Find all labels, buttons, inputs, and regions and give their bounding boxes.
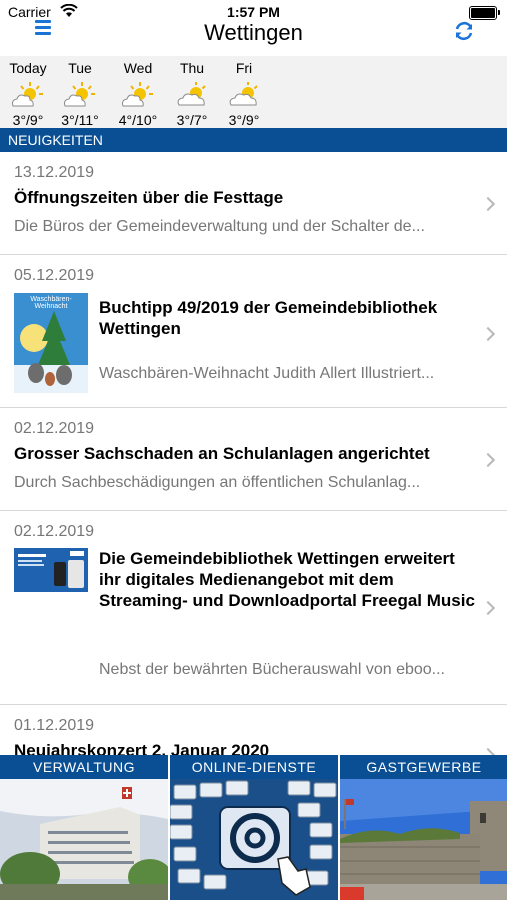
news-date: 02.12.2019 xyxy=(14,523,95,540)
forecast-temp: 3°/9° xyxy=(228,112,260,128)
forecast-day-name: Today xyxy=(9,60,47,76)
castle-photo xyxy=(340,779,507,900)
tile-label: GASTGEWERBE xyxy=(340,755,507,779)
section-title: NEUIGKEITEN xyxy=(8,132,103,148)
refresh-button[interactable] xyxy=(451,18,477,44)
tile-label: ONLINE-DIENSTE xyxy=(170,755,338,779)
forecast-day-name: Fri xyxy=(235,60,253,76)
cloud-sun-icon xyxy=(229,82,258,106)
status-time: 1:57 PM xyxy=(227,4,280,20)
news-date: 13.12.2019 xyxy=(14,164,95,181)
page-title: Wettingen xyxy=(204,20,303,45)
news-item[interactable]: 01.12.2019 Neujahrskonzert 2. Januar 202… xyxy=(0,705,507,755)
news-list[interactable]: 13.12.2019 Öffnungszeiten über die Festt… xyxy=(0,152,507,755)
tile-online-dienste[interactable]: ONLINE-DIENSTE xyxy=(170,755,338,900)
news-item[interactable]: 02.12.2019 Die Gemeindebibliothek Wettin… xyxy=(0,511,507,705)
chevron-right-icon xyxy=(480,747,496,755)
forecast-day-name: Tue xyxy=(68,60,92,76)
news-snippet: Durch Sachbeschädigungen an öffentlichen… xyxy=(14,474,421,491)
refresh-icon xyxy=(455,21,473,41)
chevron-right-icon xyxy=(480,326,496,342)
book-cover-title: Waschbären-Weihnacht xyxy=(30,296,72,310)
book-cover-thumbnail: Waschbären-Weihnacht xyxy=(14,293,88,398)
sun-cloud-icon xyxy=(122,82,153,107)
news-date: 05.12.2019 xyxy=(14,267,95,284)
news-title: Buchtipp 49/2019 der Gemeindebibliothek … xyxy=(99,298,438,338)
sun-cloud-icon xyxy=(12,82,43,107)
status-bar: Carrier 1:57 PM xyxy=(0,0,507,20)
news-item[interactable]: 02.12.2019 Grosser Sachschaden an Schula… xyxy=(0,408,507,511)
news-date: 01.12.2019 xyxy=(14,717,95,734)
section-header-news: NEUIGKEITEN xyxy=(0,128,507,152)
forecast-day-name: Wed xyxy=(123,60,153,76)
forecast-day-today[interactable]: Today 3°/9° xyxy=(0,60,56,128)
tile-gastgewerbe[interactable]: GASTGEWERBE xyxy=(340,755,507,900)
forecast-temp: 3°/7° xyxy=(176,112,208,128)
news-title: Neujahrskonzert 2. Januar 2020 xyxy=(14,741,270,755)
chevron-right-icon xyxy=(480,452,496,468)
category-tiles: VERWALTUNG ONLINE-DIENSTE GASTGEWERBE xyxy=(0,755,507,900)
forecast-day-fri[interactable]: Fri 3°/9° xyxy=(216,60,272,128)
tile-label: VERWALTUNG xyxy=(0,755,168,779)
chevron-right-icon xyxy=(480,196,496,212)
forecast-temp: 3°/11° xyxy=(61,112,99,128)
forecast-day-name: Thu xyxy=(179,60,205,76)
news-date: 02.12.2019 xyxy=(14,420,95,437)
town-hall-photo xyxy=(0,779,168,900)
news-title: Öffnungszeiten über die Festtage xyxy=(14,188,284,207)
forecast-day-thu[interactable]: Thu 3°/7° xyxy=(164,60,220,128)
chevron-right-icon xyxy=(480,600,496,616)
news-item[interactable]: 05.12.2019 Waschbären-Weihnacht Buchtipp… xyxy=(0,255,507,408)
news-item[interactable]: 13.12.2019 Öffnungszeiten über die Festt… xyxy=(0,152,507,255)
keyboard-at-photo xyxy=(170,779,338,900)
forecast-temp: 3°/9° xyxy=(12,112,44,128)
forecast-day-tue[interactable]: Tue 3°/11° xyxy=(52,60,108,128)
sun-cloud-icon xyxy=(64,82,95,107)
weather-forecast: Today 3°/9° Tue 3°/11° Wed 4°/10° Thu 3°… xyxy=(0,56,507,128)
cloud-sun-icon xyxy=(177,82,206,106)
freegal-thumbnail xyxy=(14,548,88,597)
forecast-day-wed[interactable]: Wed 4°/10° xyxy=(110,60,166,128)
news-title: Die Gemeindebibliothek Wettingen erweite… xyxy=(99,549,475,610)
news-snippet: Nebst der bewährten Bücherauswahl von eb… xyxy=(99,661,445,678)
news-snippet: Die Büros der Gemeindeverwaltung und der… xyxy=(14,218,425,235)
news-snippet: Waschbären-Weihnacht Judith Allert Illus… xyxy=(99,365,435,382)
forecast-temp: 4°/10° xyxy=(118,112,158,128)
tile-verwaltung[interactable]: VERWALTUNG xyxy=(0,755,168,900)
news-title: Grosser Sachschaden an Schulanlagen ange… xyxy=(14,444,430,463)
nav-bar: Wettingen xyxy=(0,20,507,56)
